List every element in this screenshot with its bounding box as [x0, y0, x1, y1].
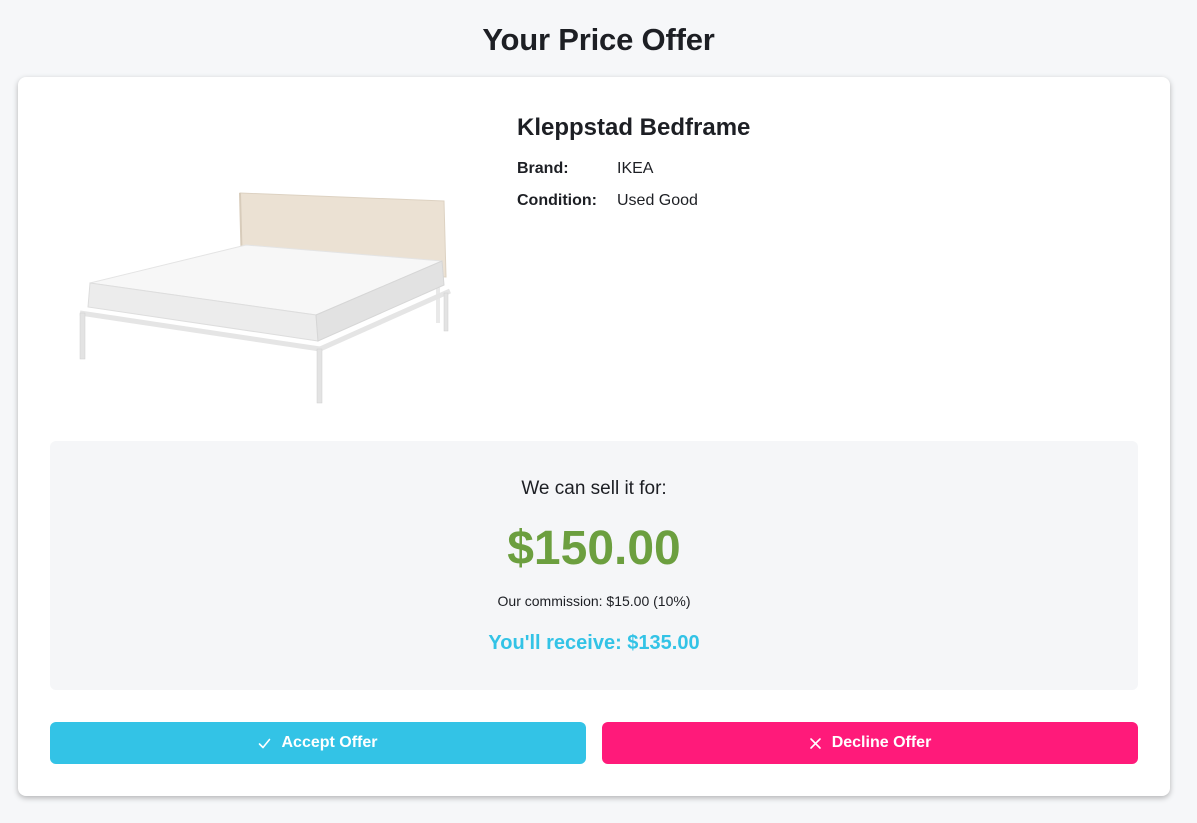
offer-card: Kleppstad Bedframe Brand: IKEA Condition… [18, 77, 1170, 796]
decline-offer-button[interactable]: Decline Offer [602, 722, 1138, 764]
accept-offer-label: Accept Offer [281, 734, 378, 751]
product-info: Kleppstad Bedframe Brand: IKEA Condition… [517, 113, 750, 217]
check-icon [259, 738, 271, 748]
offer-price: $150.00 [507, 522, 681, 575]
page-title: Your Price Offer [482, 22, 715, 57]
condition-value: Used Good [617, 192, 698, 209]
offer-panel: We can sell it for: $150.00 Our commissi… [50, 441, 1138, 690]
commission-text: Our commission: $15.00 (10%) [497, 593, 691, 609]
close-icon [809, 737, 821, 749]
condition-row: Condition: Used Good [517, 185, 750, 217]
product-name: Kleppstad Bedframe [517, 114, 751, 141]
product-image [79, 192, 452, 404]
decline-offer-label: Decline Offer [831, 734, 932, 751]
condition-label: Condition: [517, 192, 597, 209]
receive-amount: You'll receive: $135.00 [488, 632, 700, 654]
accept-offer-button[interactable]: Accept Offer [50, 722, 586, 764]
brand-row: Brand: IKEA [517, 153, 750, 185]
brand-value: IKEA [617, 160, 654, 177]
brand-label: Brand: [517, 160, 569, 177]
offer-intro: We can sell it for: [521, 478, 667, 499]
